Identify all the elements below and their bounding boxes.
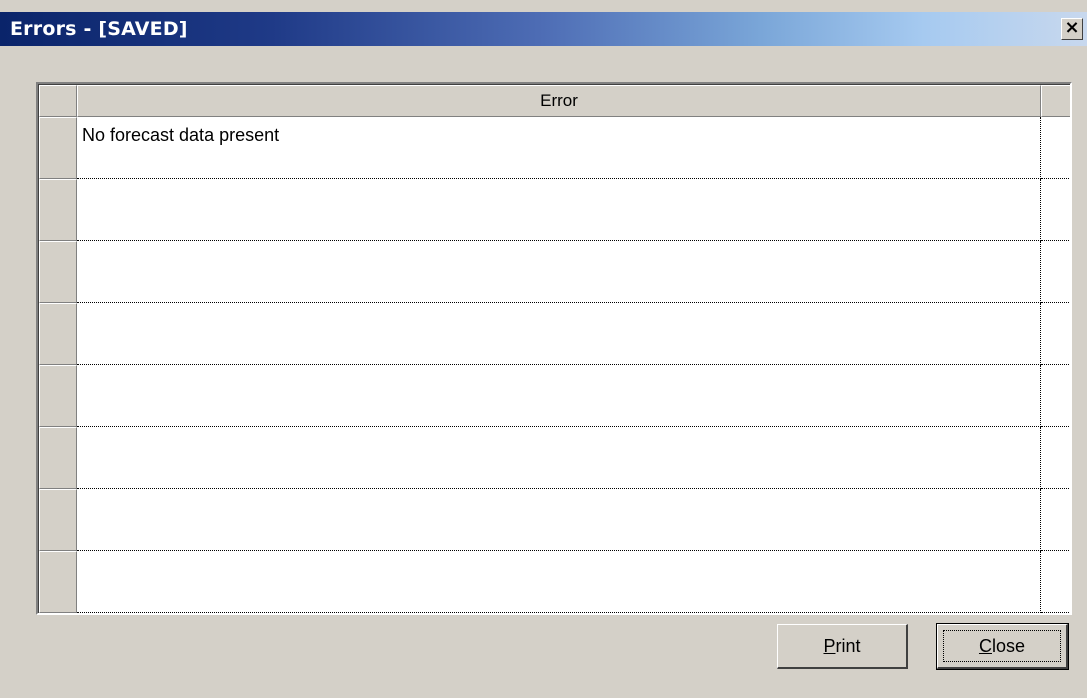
blank-cell: [1041, 179, 1070, 241]
table-row[interactable]: [39, 427, 1070, 489]
blank-cell: [1041, 241, 1070, 303]
error-cell[interactable]: [77, 489, 1041, 551]
blank-cell: [1041, 427, 1070, 489]
print-button[interactable]: Print: [777, 624, 908, 669]
table-row[interactable]: [39, 179, 1070, 241]
error-cell[interactable]: [77, 303, 1041, 365]
errors-dialog: Errors - [SAVED] × Error No forecast dat…: [0, 0, 1087, 698]
row-selector[interactable]: [39, 117, 77, 179]
window-title: Errors - [SAVED]: [10, 18, 188, 40]
print-mnemonic: P: [823, 636, 836, 656]
row-selector[interactable]: [39, 179, 77, 241]
grid-header: Error: [39, 85, 1070, 117]
blank-cell: [1041, 303, 1070, 365]
row-selector[interactable]: [39, 241, 77, 303]
error-cell[interactable]: [77, 241, 1041, 303]
close-icon[interactable]: ×: [1061, 18, 1083, 40]
grid-corner-cell[interactable]: [39, 85, 77, 117]
table-row[interactable]: No forecast data present: [39, 117, 1070, 179]
row-selector[interactable]: [39, 551, 77, 613]
error-cell[interactable]: No forecast data present: [77, 117, 1041, 179]
error-cell[interactable]: [77, 551, 1041, 613]
print-label-rest: rint: [835, 636, 861, 656]
blank-cell: [1041, 117, 1070, 179]
table-row[interactable]: [39, 365, 1070, 427]
row-selector[interactable]: [39, 489, 77, 551]
table-row[interactable]: [39, 551, 1070, 613]
row-selector[interactable]: [39, 427, 77, 489]
blank-cell: [1041, 489, 1070, 551]
blank-cell: [1041, 551, 1070, 613]
table-row[interactable]: [39, 303, 1070, 365]
column-header-blank: [1041, 85, 1070, 117]
table-row[interactable]: [39, 241, 1070, 303]
error-cell[interactable]: [77, 427, 1041, 489]
title-bar[interactable]: Errors - [SAVED] ×: [0, 12, 1087, 46]
errors-grid[interactable]: Error No forecast data present: [36, 82, 1072, 615]
error-cell[interactable]: [77, 179, 1041, 241]
column-header-error[interactable]: Error: [77, 85, 1041, 117]
close-button[interactable]: Close: [936, 623, 1069, 670]
error-cell[interactable]: [77, 365, 1041, 427]
row-selector[interactable]: [39, 303, 77, 365]
row-selector[interactable]: [39, 365, 77, 427]
focus-rect: [943, 630, 1061, 662]
blank-cell: [1041, 365, 1070, 427]
table-row[interactable]: [39, 489, 1070, 551]
